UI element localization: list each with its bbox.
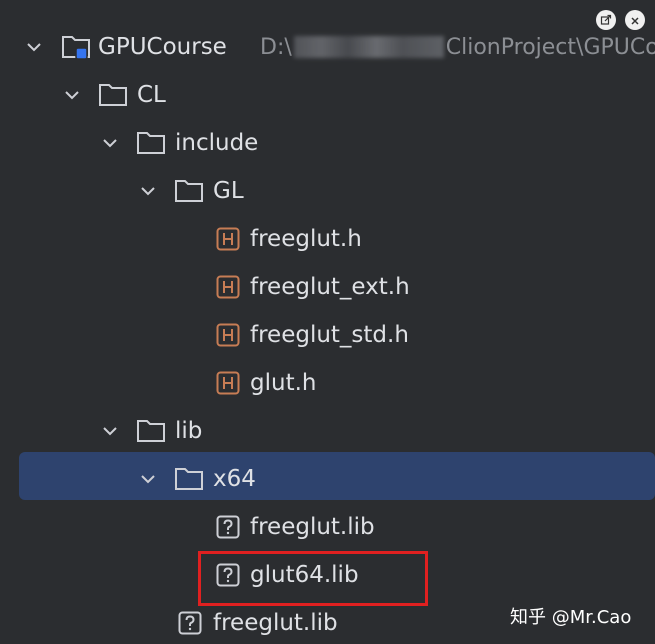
watermark: 知乎 @Mr.Cao xyxy=(510,607,632,628)
folder-icon xyxy=(136,119,166,167)
folder-icon xyxy=(136,407,166,455)
tree-node-cl[interactable]: CL xyxy=(0,71,655,119)
annotation-highlight-box xyxy=(198,551,428,606)
tree-label: freeglut_ext.h xyxy=(250,274,410,300)
tree-file-x64-freeglut-lib[interactable]: freeglut.lib xyxy=(0,503,655,551)
tree-file-freeglut-std-h[interactable]: freeglut_std.h xyxy=(0,311,655,359)
tree-label: freeglut.lib xyxy=(250,514,375,540)
chevron-down-icon[interactable] xyxy=(62,71,82,119)
tree-label: lib xyxy=(175,418,203,444)
tree-node-include[interactable]: include xyxy=(0,119,655,167)
header-file-icon xyxy=(216,215,240,263)
redacted-path-segment xyxy=(293,36,444,58)
tree-label: CL xyxy=(137,82,166,108)
tree-node-gl[interactable]: GL xyxy=(0,167,655,215)
folder-icon xyxy=(174,167,204,215)
tree-label: freeglut.h xyxy=(250,226,362,252)
tree-file-freeglut-h[interactable]: freeglut.h xyxy=(0,215,655,263)
header-file-icon xyxy=(216,263,240,311)
tree-label: freeglut.lib xyxy=(213,610,338,636)
tree-label: GL xyxy=(213,178,244,204)
path-prefix: D:\ xyxy=(260,34,292,60)
chevron-down-icon[interactable] xyxy=(100,119,120,167)
chevron-down-icon[interactable] xyxy=(24,23,44,71)
tree-label: include xyxy=(175,130,259,156)
tree-label: glut.h xyxy=(250,370,317,396)
tree-node-gpucourse[interactable]: GPUCourse D:\ ClionProject\GPUCo xyxy=(0,23,655,71)
tree-label: GPUCourse xyxy=(98,34,227,60)
header-file-icon xyxy=(216,311,240,359)
folder-icon xyxy=(98,71,128,119)
chevron-down-icon[interactable] xyxy=(138,167,158,215)
tree-label: x64 xyxy=(213,466,256,492)
unknown-file-icon xyxy=(178,599,202,644)
path-suffix: ClionProject\GPUCo xyxy=(445,34,655,60)
project-module-icon xyxy=(61,23,93,71)
tree-node-x64[interactable]: x64 xyxy=(0,455,655,503)
project-path: D:\ ClionProject\GPUCo xyxy=(260,23,655,71)
project-tool-window: GPUCourse D:\ ClionProject\GPUCo CL incl… xyxy=(0,0,655,644)
tree-node-lib[interactable]: lib xyxy=(0,407,655,455)
tree-file-freeglut-ext-h[interactable]: freeglut_ext.h xyxy=(0,263,655,311)
header-file-icon xyxy=(216,359,240,407)
tree-file-glut-h[interactable]: glut.h xyxy=(0,359,655,407)
unknown-file-icon xyxy=(216,503,240,551)
tree-label: freeglut_std.h xyxy=(250,322,409,348)
chevron-down-icon[interactable] xyxy=(100,407,120,455)
folder-icon xyxy=(174,455,204,503)
chevron-down-icon[interactable] xyxy=(138,455,158,503)
